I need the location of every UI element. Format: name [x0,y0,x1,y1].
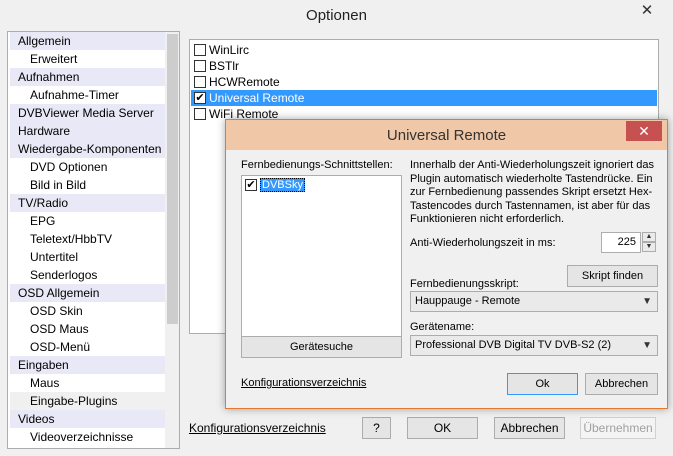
tree-category[interactable]: Aufnahmen [10,68,165,86]
dialog-close-icon[interactable]: ✕ [626,121,662,141]
tree-item[interactable]: DVD Optionen [10,158,165,176]
interface-checkbox[interactable]: ✔ [245,179,257,191]
device-select-value: Professional DVB Digital TV DVB-S2 (2) [415,339,612,351]
tree-category[interactable]: DVBViewer Media Server [10,104,165,122]
find-script-button[interactable]: Skript finden [567,265,658,287]
tree-item[interactable]: Erweitert [10,50,165,68]
tree-item[interactable]: OSD-Menü [10,338,165,356]
dialog-title-bar: Universal Remote ✕ [226,120,667,150]
help-button[interactable]: ? [362,417,391,439]
tree-item[interactable]: Teletext/HbbTV [10,230,165,248]
tree-item[interactable]: Bild in Bild [10,176,165,194]
tree-item[interactable]: Untertitel [10,248,165,266]
device-select[interactable]: Professional DVB Digital TV DVB-S2 (2) ▼ [410,335,658,356]
tree-category[interactable]: TV/Radio [10,194,165,212]
plugin-checkbox[interactable] [194,60,206,72]
tree-category[interactable]: Allgemein [10,32,165,50]
ok-button[interactable]: OK [407,417,478,439]
tree-category[interactable]: Wiedergabe-Komponenten [10,140,165,158]
tree-item[interactable]: OSD Maus [10,320,165,338]
description-text: Innerhalb der Anti-Wiederholungszeit ign… [410,159,654,225]
tree-category[interactable]: OSD Allgemein [10,284,165,302]
plugin-label: WinLirc [209,43,250,57]
tree-item[interactable]: Eingabe-Plugins [10,392,165,410]
plugin-checkbox[interactable] [194,76,206,88]
dialog-config-directory-link[interactable]: Konfigurationsverzeichnis [241,377,366,389]
options-tree[interactable]: Allgemein Erweitert Aufnahmen Aufnahme-Time… [7,31,180,449]
plugin-checkbox[interactable]: ✔ [194,92,206,104]
dialog-ok-button[interactable]: Ok [507,373,578,395]
interfaces-label: Fernbedienungs-Schnittstellen: [241,159,393,171]
config-directory-link[interactable]: Konfigurationsverzeichnis [189,421,326,435]
tree-scrollbar[interactable] [165,32,179,448]
device-search-button[interactable]: Gerätesuche [241,336,402,358]
interface-item[interactable]: ✔ DVBSky [244,178,305,193]
interface-label: DVBSky [260,178,305,192]
plugin-label: HCWRemote [209,75,280,89]
plugin-item[interactable]: ✔ Universal Remote [191,90,657,106]
window-title: Optionen [306,7,367,24]
spin-up-icon[interactable]: ▲ [642,232,656,242]
tree-item[interactable]: Aufnahme-Timer [10,86,165,104]
plugin-label: BSTlr [209,59,239,73]
tree-item[interactable]: Videoverzeichnisse [10,428,165,446]
device-label: Gerätename: [410,321,475,333]
tree-item[interactable]: Maus [10,374,165,392]
dialog-title: Universal Remote [386,127,507,144]
universal-remote-dialog: Universal Remote ✕ Fernbedienungs-Schnit… [225,119,668,409]
cancel-button[interactable]: Abbrechen [494,417,565,439]
tree-category[interactable]: Hardware [10,122,165,140]
plugin-label: Universal Remote [209,91,305,105]
plugin-checkbox[interactable] [194,108,206,120]
dialog-cancel-button[interactable]: Abbrechen [585,373,658,395]
apply-button: Übernehmen [580,417,656,439]
anti-repeat-label: Anti-Wiederholungszeit in ms: [410,237,556,249]
chevron-down-icon: ▼ [642,296,652,307]
tree-item[interactable]: OSD Skin [10,302,165,320]
script-select[interactable]: Hauppauge - Remote ▼ [410,291,658,312]
window-title-bar: Optionen ✕ [0,0,673,31]
plugin-item[interactable]: HCWRemote [191,74,657,90]
script-label: Fernbedienungsskript: [410,278,519,290]
plugin-item[interactable]: WinLirc [191,42,657,58]
anti-repeat-input[interactable]: 225 [601,232,641,253]
spin-down-icon[interactable]: ▼ [642,242,656,252]
tree-category[interactable]: Videos [10,410,165,428]
chevron-down-icon: ▼ [642,340,652,351]
close-icon[interactable]: ✕ [635,2,659,20]
scrollbar-thumb[interactable] [167,34,178,324]
script-select-value: Hauppauge - Remote [415,295,521,307]
anti-repeat-spinner[interactable]: ▲ ▼ [642,232,656,253]
tree-category[interactable]: Eingaben [10,356,165,374]
plugin-checkbox[interactable] [194,44,206,56]
tree-item[interactable]: Senderlogos [10,266,165,284]
plugin-item[interactable]: BSTlr [191,58,657,74]
interfaces-list[interactable]: ✔ DVBSky [241,175,402,338]
tree-item[interactable]: EPG [10,212,165,230]
